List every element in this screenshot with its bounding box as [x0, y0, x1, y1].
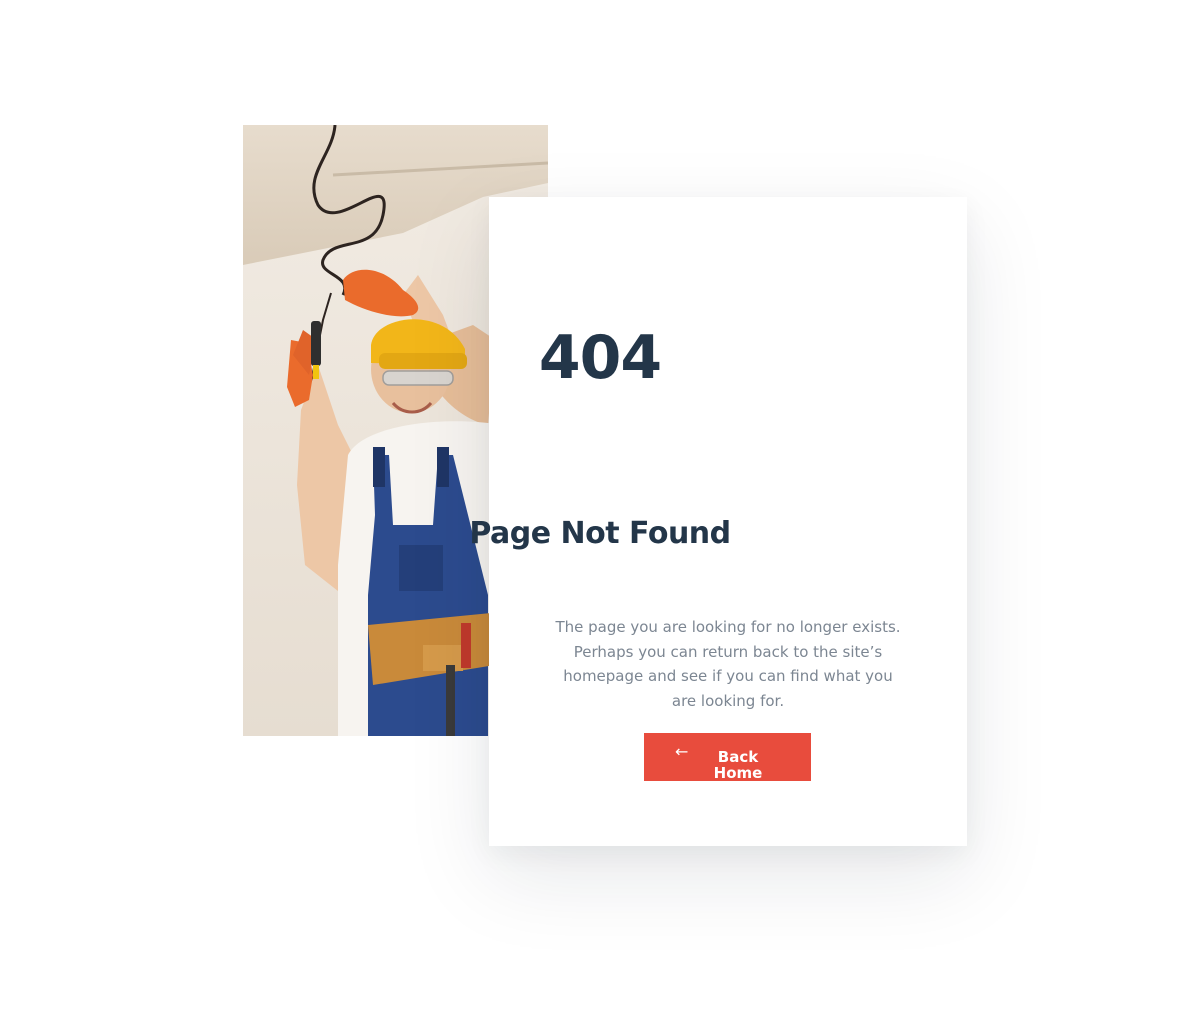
arrow-left-icon: ← — [675, 742, 689, 761]
error-message: The page you are looking for no longer e… — [555, 618, 901, 710]
back-home-label: Back Home — [713, 748, 763, 781]
error-code: 404 — [538, 323, 662, 393]
page-title: Page Not Found — [469, 516, 731, 551]
back-home-button[interactable]: ← Back Home — [644, 733, 811, 781]
